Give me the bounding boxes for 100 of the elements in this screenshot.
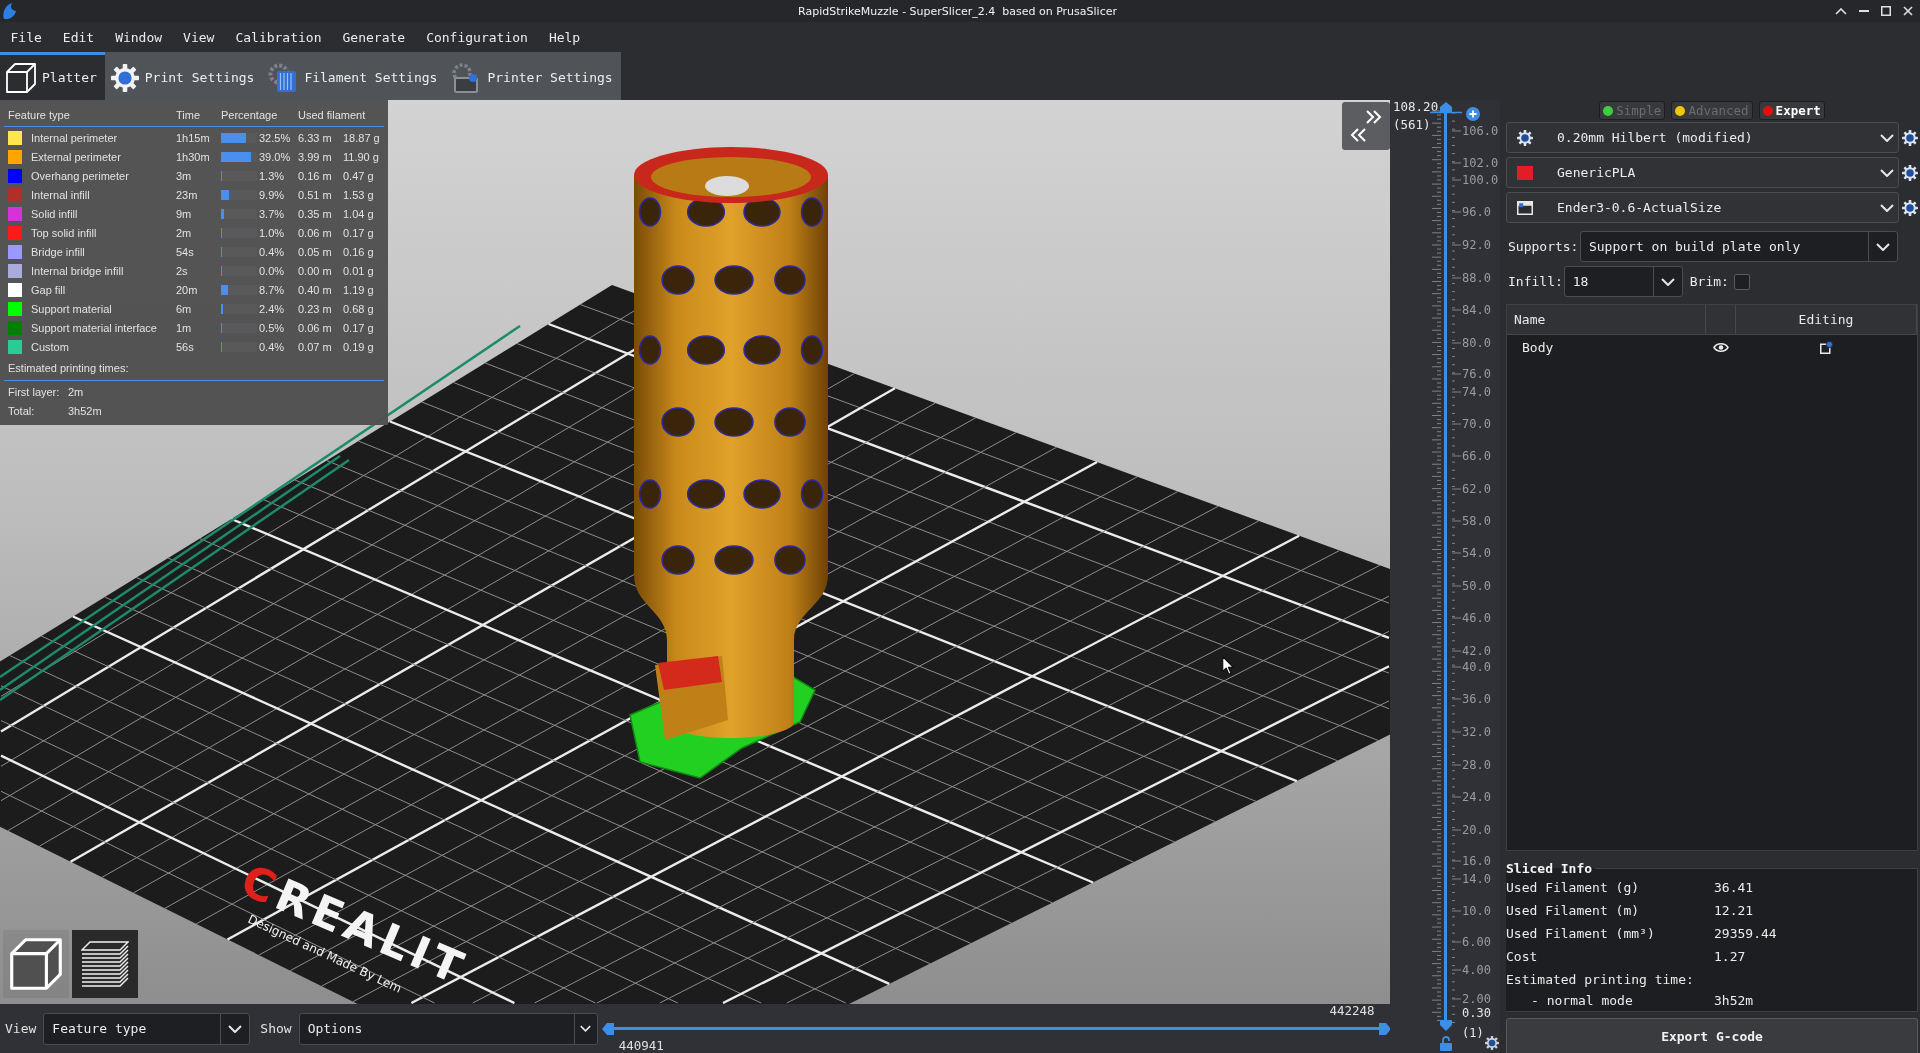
preset-dropdown[interactable]: 0.20mm Hilbert (modified): [1506, 122, 1899, 153]
menu-item[interactable]: Configuration: [415, 22, 539, 52]
filament-length: 0.51 m: [298, 188, 333, 201]
gear-icon[interactable]: [1485, 1036, 1499, 1050]
cube-icon: [10, 938, 62, 990]
feature-percentage: 9.9%: [259, 188, 286, 201]
view-mode-button[interactable]: [72, 930, 138, 998]
chevron-down-icon[interactable]: [580, 1025, 592, 1032]
info-label: Used Filament (mm³): [1506, 926, 1655, 941]
chevron-down-icon[interactable]: [228, 1024, 243, 1033]
preset-dropdown[interactable]: Ender3-0.6-ActualSize: [1506, 192, 1899, 223]
move-start-label: 440941: [618, 1039, 664, 1053]
feature-time: 3m: [176, 169, 193, 182]
feature-percentage: 0.4%: [259, 340, 286, 353]
filament-length: 0.23 m: [298, 302, 333, 315]
gear-icon[interactable]: [1902, 129, 1918, 146]
filament-weight: 0.01 g: [343, 264, 375, 277]
feature-percentage: 2.4%: [259, 302, 286, 315]
supports-dropdown[interactable]: Support on build plate only: [1579, 231, 1898, 262]
filament-weight: 0.47 g: [343, 169, 375, 182]
slider-thumb[interactable]: [601, 1021, 614, 1036]
ruler-label: 4.00: [1462, 963, 1491, 977]
gear-icon[interactable]: [1902, 199, 1918, 216]
feature-name: Overhang perimeter: [31, 169, 130, 182]
chevron-up-icon[interactable]: [1835, 7, 1847, 15]
feature-percentage: 39.0%: [259, 150, 292, 163]
info-label: Used Filament (m): [1506, 903, 1640, 918]
filament-weight: 0.17 g: [343, 226, 375, 239]
info-label: - normal mode: [1531, 992, 1633, 1008]
info-value: 3h52m: [1714, 992, 1754, 1008]
ruler-label: 62.0: [1462, 482, 1491, 496]
view-type-dropdown[interactable]: Feature type: [43, 1012, 251, 1045]
gear-icon[interactable]: [1902, 164, 1918, 181]
ruler-label: 6.00: [1462, 935, 1491, 949]
feature-percentage: 3.7%: [259, 207, 286, 220]
feature-name: Support material interface: [31, 321, 158, 334]
ruler-label: 42.0: [1462, 644, 1491, 658]
main-tab[interactable]: Filament Settings: [262, 52, 446, 100]
filament-weight: 1.04 g: [343, 207, 375, 220]
menu-item[interactable]: Generate: [332, 22, 416, 52]
ruler-label: 40.0: [1462, 660, 1491, 674]
column-header: Time: [176, 109, 202, 121]
ruler-label: 50.0: [1462, 579, 1491, 593]
menu-item[interactable]: View: [172, 22, 225, 52]
ruler-label: 28.0: [1462, 758, 1491, 772]
feature-time: 9m: [176, 207, 193, 220]
preset-dropdown[interactable]: GenericPLA: [1506, 157, 1899, 188]
main-tab[interactable]: Print Settings: [104, 52, 263, 100]
menu-item[interactable]: Calibration: [224, 22, 332, 52]
ruler-label: 58.0: [1462, 514, 1491, 528]
ruler-label: 10.0: [1462, 904, 1491, 918]
filament-length: 0.16 m: [298, 169, 333, 182]
lock-icon[interactable]: [1440, 1036, 1452, 1051]
cube-icon: [6, 62, 36, 93]
chevron-down-icon[interactable]: [1875, 242, 1890, 251]
ruler-label: 80.0: [1462, 336, 1491, 350]
mode-tab[interactable]: Expert: [1758, 101, 1825, 120]
eye-icon[interactable]: [1713, 341, 1729, 353]
filament-weight: 0.16 g: [343, 245, 375, 258]
feature-name: Bridge infill: [31, 245, 86, 258]
column-header: Feature type: [8, 109, 71, 121]
plus-icon[interactable]: [1466, 107, 1480, 121]
ruler-label: 100.0: [1462, 173, 1499, 187]
filament-weight: 0.17 g: [343, 321, 375, 334]
ruler-label: 32.0: [1462, 725, 1491, 739]
feature-name: Gap fill: [31, 283, 67, 296]
maximize-icon[interactable]: [1881, 6, 1891, 16]
layer-number-label: (1): [1462, 1026, 1484, 1040]
close-icon[interactable]: [1903, 6, 1913, 16]
show-options-dropdown[interactable]: Options: [298, 1012, 598, 1045]
move-end-label: 442248: [1329, 1004, 1375, 1018]
layer-height-label: 108.20: [1393, 100, 1439, 114]
brim-checkbox[interactable]: [1733, 273, 1750, 290]
infill-dropdown[interactable]: 18: [1563, 266, 1683, 297]
feature-percentage: 32.5%: [259, 131, 292, 144]
layer-height-label: 0.30: [1462, 1006, 1491, 1020]
spool-icon: [268, 62, 299, 93]
filament-weight: 0.68 g: [343, 302, 375, 315]
view-mode-button[interactable]: [3, 930, 69, 998]
feature-time: 1h30m: [176, 150, 211, 163]
feature-time: 56s: [176, 340, 195, 353]
export-gcode-button[interactable]: Export G-code: [1506, 1018, 1918, 1053]
collapse-sidebar-button[interactable]: [1342, 102, 1390, 150]
object-name[interactable]: Body: [1522, 339, 1554, 355]
show-label: Show: [260, 1021, 292, 1036]
chevron-down-icon[interactable]: [1880, 203, 1894, 212]
gear-icon: [1517, 129, 1533, 146]
chevron-down-icon[interactable]: [1660, 277, 1675, 286]
menu-item[interactable]: Window: [104, 22, 173, 52]
filament-length: 0.40 m: [298, 283, 333, 296]
menu-item[interactable]: Edit: [52, 22, 105, 52]
menu-item[interactable]: Help: [538, 22, 591, 52]
main-tab[interactable]: Printer Settings: [445, 52, 621, 100]
filament-weight: 1.19 g: [343, 283, 375, 296]
chevron-down-icon[interactable]: [1880, 168, 1894, 177]
ruler-label: 88.0: [1462, 271, 1491, 285]
menu-item[interactable]: File: [0, 22, 53, 52]
chevron-down-icon[interactable]: [1880, 133, 1894, 142]
sliced-info-title: Sliced Info: [1506, 861, 1594, 876]
feature-time: 54s: [176, 245, 195, 258]
